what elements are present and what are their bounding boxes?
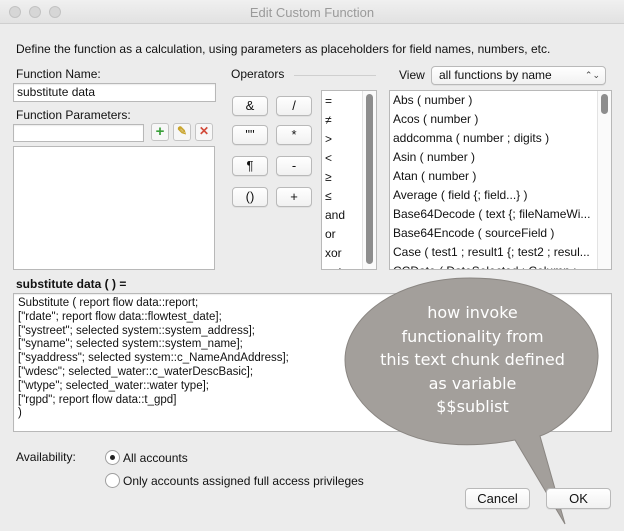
callout-bubble: [344, 277, 599, 525]
edit-custom-function-dialog: Edit Custom Function Define the function…: [0, 0, 624, 531]
cancel-button[interactable]: Cancel: [465, 488, 530, 509]
all-accounts-label[interactable]: All accounts: [123, 451, 188, 465]
all-accounts-radio[interactable]: [105, 450, 120, 465]
full-access-radio[interactable]: [105, 473, 120, 488]
availability-label: Availability:: [16, 450, 76, 464]
full-access-label[interactable]: Only accounts assigned full access privi…: [123, 474, 364, 488]
ok-button[interactable]: OK: [546, 488, 611, 509]
callout-text: how invoke functionality from this text …: [380, 303, 565, 416]
